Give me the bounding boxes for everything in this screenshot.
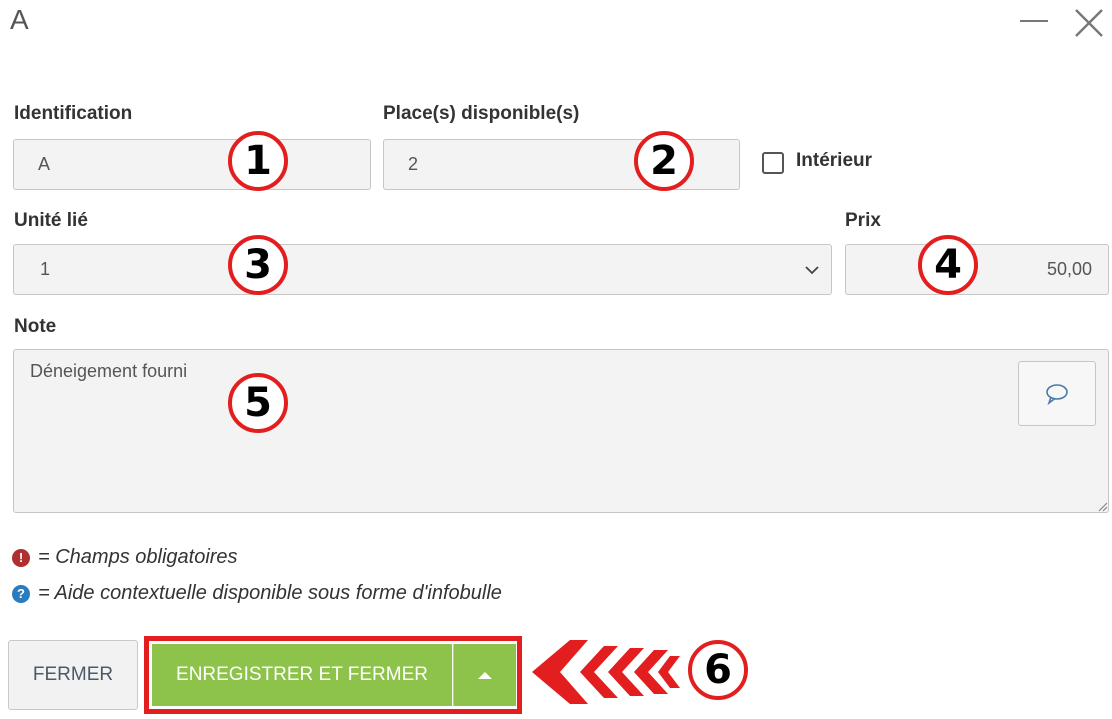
annotation-marker-6: 6 (688, 640, 748, 700)
interior-checkbox[interactable] (762, 152, 784, 174)
unit-label: Unité lié (14, 210, 88, 231)
close-icon[interactable] (1072, 6, 1106, 40)
legend-help: ? = Aide contextuelle disponible sous fo… (12, 582, 502, 605)
annotation-marker-3: 3 (228, 235, 288, 295)
comment-button[interactable] (1018, 361, 1096, 426)
legend-required-text: = Champs obligatoires (38, 546, 238, 568)
identification-input[interactable] (13, 139, 371, 190)
unit-select[interactable]: 1 (13, 244, 832, 295)
annotation-marker-1: 1 (228, 131, 288, 191)
save-options-dropdown[interactable] (453, 644, 516, 706)
chevron-down-icon (805, 266, 819, 275)
annotation-marker-2: 2 (634, 131, 694, 191)
help-icon: ? (12, 584, 30, 603)
annotation-marker-5: 5 (228, 373, 288, 433)
caret-up-icon (478, 672, 492, 679)
places-label: Place(s) disponible(s) (383, 103, 580, 124)
note-textarea[interactable]: Déneigement fourni (13, 349, 1109, 513)
close-button[interactable]: FERMER (8, 640, 138, 710)
comment-icon (1046, 383, 1068, 405)
identification-label: Identification (14, 103, 133, 124)
minimize-icon[interactable] (1020, 20, 1048, 22)
annotation-marker-4: 4 (918, 235, 978, 295)
annotation-arrow-icon (532, 640, 680, 704)
price-label: Prix (845, 210, 881, 231)
note-label: Note (14, 316, 57, 337)
save-and-close-button[interactable]: ENREGISTRER ET FERMER (152, 644, 452, 706)
unit-select-value: 1 (40, 259, 51, 279)
legend-help-text: = Aide contextuelle disponible sous form… (38, 582, 502, 604)
interior-label: Intérieur (796, 150, 873, 171)
required-icon: ! (12, 548, 30, 567)
resize-grip-icon[interactable] (1096, 500, 1108, 512)
window-title: A (10, 4, 29, 35)
legend-required: ! = Champs obligatoires (12, 546, 238, 569)
